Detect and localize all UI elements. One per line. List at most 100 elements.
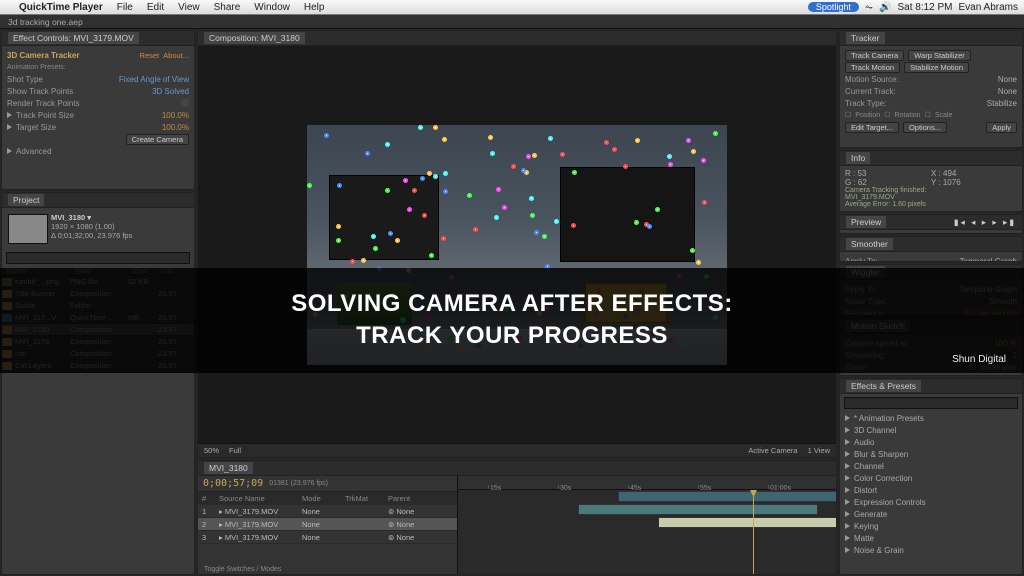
effect-category[interactable]: Color Correction [845, 472, 1017, 484]
track-point[interactable] [467, 193, 472, 198]
layer-bar[interactable] [618, 491, 837, 502]
track-point[interactable] [502, 205, 507, 210]
track-point[interactable] [418, 125, 423, 130]
preview-tab[interactable]: Preview [846, 216, 886, 228]
track-point[interactable] [412, 188, 417, 193]
app-menu[interactable]: QuickTime Player [12, 2, 110, 13]
options-button[interactable]: Options... [903, 122, 947, 133]
track-point[interactable] [361, 258, 366, 263]
track-point[interactable] [713, 131, 718, 136]
track-point[interactable] [511, 164, 516, 169]
track-point[interactable] [542, 234, 547, 239]
track-point[interactable] [667, 154, 672, 159]
effect-category[interactable]: Distort [845, 484, 1017, 496]
effects-search[interactable] [844, 397, 1018, 409]
track-point[interactable] [350, 259, 355, 264]
track-point[interactable] [496, 187, 501, 192]
chevron-right-icon[interactable] [7, 148, 12, 154]
layer-bar[interactable] [658, 517, 837, 528]
track-point[interactable] [696, 260, 701, 265]
track-point[interactable] [554, 219, 559, 224]
effect-category[interactable]: Noise & Grain [845, 544, 1017, 556]
warp-stabilizer-button[interactable]: Warp Stabilizer [908, 50, 971, 61]
track-point[interactable] [385, 142, 390, 147]
track-point[interactable] [494, 215, 499, 220]
effect-category[interactable]: Channel [845, 460, 1017, 472]
track-point[interactable] [433, 174, 438, 179]
track-point[interactable] [604, 140, 609, 145]
track-point[interactable] [702, 200, 707, 205]
composition-tab[interactable]: Composition: MVI_3180 [204, 32, 305, 44]
menu-edit[interactable]: Edit [140, 2, 171, 13]
track-point[interactable] [442, 137, 447, 142]
stabilize-motion-button[interactable]: Stabilize Motion [904, 62, 969, 73]
effect-category[interactable]: Generate [845, 508, 1017, 520]
track-point[interactable] [526, 154, 531, 159]
track-motion-button[interactable]: Track Motion [845, 62, 900, 73]
track-point[interactable] [691, 149, 696, 154]
playhead[interactable] [753, 490, 754, 574]
wifi-icon[interactable]: ⏦ [865, 2, 873, 13]
track-point[interactable] [634, 220, 639, 225]
menu-help[interactable]: Help [297, 2, 332, 13]
layer-bar[interactable] [578, 504, 818, 515]
track-point[interactable] [337, 183, 342, 188]
track-point[interactable] [488, 135, 493, 140]
effect-title[interactable]: 3D Camera Tracker [7, 51, 80, 60]
effect-category[interactable]: Expression Controls [845, 496, 1017, 508]
track-point[interactable] [473, 227, 478, 232]
track-point[interactable] [336, 224, 341, 229]
track-point[interactable] [529, 196, 534, 201]
track-point[interactable] [686, 138, 691, 143]
track-point[interactable] [307, 183, 312, 188]
timeline-layer[interactable]: 3▸ MVI_3179.MOVNone⊚ None [198, 531, 457, 544]
spotlight[interactable]: Spotlight [808, 2, 859, 12]
track-camera-button[interactable]: Track Camera [845, 50, 904, 61]
track-point[interactable] [668, 162, 673, 167]
menu-share[interactable]: Share [207, 2, 248, 13]
track-point[interactable] [690, 248, 695, 253]
track-point[interactable] [403, 178, 408, 183]
user-name[interactable]: Evan Abrams [959, 2, 1018, 13]
composition-viewer[interactable] [198, 46, 836, 443]
track-point[interactable] [490, 151, 495, 156]
timeline-layer[interactable]: 1▸ MVI_3179.MOVNone⊚ None [198, 505, 457, 518]
track-point[interactable] [560, 152, 565, 157]
reset-link[interactable]: Reset [140, 51, 160, 60]
timecode[interactable]: 0;00;57;09 [203, 478, 263, 489]
track-point[interactable] [429, 253, 434, 258]
chevron-right-icon[interactable] [7, 124, 12, 130]
volume-icon[interactable]: 🔊 [879, 2, 891, 13]
about-link[interactable]: About... [163, 51, 189, 60]
menu-view[interactable]: View [171, 2, 207, 13]
timeline-tab[interactable]: MVI_3180 [204, 462, 253, 474]
edit-target-button[interactable]: Edit Target... [845, 122, 899, 133]
effect-category[interactable]: 3D Channel [845, 424, 1017, 436]
track-point[interactable] [395, 238, 400, 243]
track-point[interactable] [534, 230, 539, 235]
track-point[interactable] [365, 151, 370, 156]
effect-category[interactable]: * Animation Presets [845, 412, 1017, 424]
track-point[interactable] [532, 153, 537, 158]
timeline-layer[interactable]: 2▸ MVI_3179.MOVNone⊚ None [198, 518, 457, 531]
menu-window[interactable]: Window [247, 2, 297, 13]
create-camera-button[interactable]: Create Camera [126, 134, 189, 145]
effect-category[interactable]: Keying [845, 520, 1017, 532]
project-tab[interactable]: Project [8, 194, 44, 206]
effect-category[interactable]: Audio [845, 436, 1017, 448]
effect-category[interactable]: Blur & Sharpen [845, 448, 1017, 460]
apply-button[interactable]: Apply [986, 122, 1017, 133]
track-point[interactable] [443, 189, 448, 194]
track-point[interactable] [635, 138, 640, 143]
effect-controls-tab[interactable]: Effect Controls: MVI_3179.MOV [8, 32, 139, 44]
track-point[interactable] [443, 171, 448, 176]
track-point[interactable] [701, 158, 706, 163]
info-tab[interactable]: Info [846, 152, 870, 164]
track-point[interactable] [548, 136, 553, 141]
menu-file[interactable]: File [110, 2, 140, 13]
effect-category[interactable]: Matte [845, 532, 1017, 544]
track-point[interactable] [336, 238, 341, 243]
project-search[interactable] [6, 252, 190, 264]
track-point[interactable] [441, 236, 446, 241]
track-point[interactable] [433, 125, 438, 130]
